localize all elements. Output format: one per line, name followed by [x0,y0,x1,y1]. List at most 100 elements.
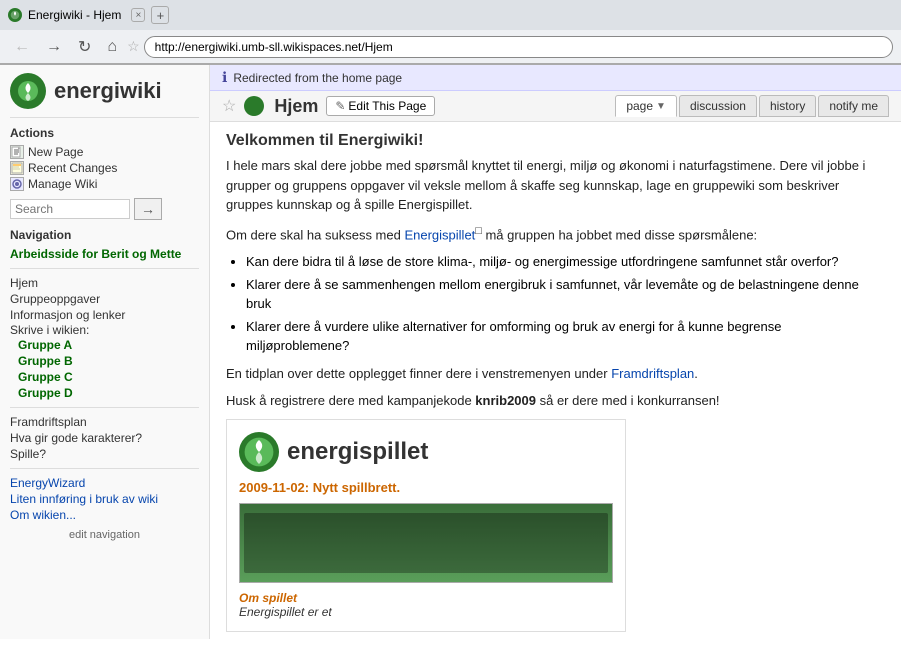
nav-link-framdriftsplan[interactable]: Framdriftsplan [10,414,199,430]
content-image-block: energispillet 2009-11-02: Nytt spillbret… [226,419,626,632]
tab-discussion[interactable]: discussion [679,95,757,117]
tab-close-btn[interactable]: × [131,8,145,22]
tab-discussion-label: discussion [690,99,746,113]
new-page-action[interactable]: New Page [10,144,199,160]
image-footer-title: Om spillet [239,591,297,605]
refresh-btn[interactable]: ↻ [72,35,97,59]
image-footer: Om spillet Energispillet er et [235,587,617,623]
sidebar-logo: energiwiki [10,73,199,118]
navigation-title: Navigation [10,228,199,242]
nav-link-gruppe-a[interactable]: Gruppe A [18,337,199,353]
image-header: energispillet [235,428,617,476]
list-item-2: Klarer dere å se sammenhengen mellom ene… [246,275,885,314]
content-list: Kan dere bidra til å løse de store klima… [246,252,885,356]
favicon [8,8,22,22]
nav-bar: ← → ↻ ⌂ ☆ [0,30,901,64]
tab-history-label: history [770,99,805,113]
nav-link-om-wikien[interactable]: Om wikien... [10,507,199,523]
content-paragraph2: Om dere skal ha suksess med Energispille… [226,223,885,245]
tab-title: Energiwiki - Hjem [28,8,121,22]
list-item-1: Kan dere bidra til å løse de store klima… [246,252,885,272]
browser-chrome: Energiwiki - Hjem × + ← → ↻ ⌂ ☆ [0,0,901,65]
main-content: ℹ Redirected from the home page ☆ Hjem ✎… [210,65,901,639]
tab-page-label: page [626,99,653,113]
campaign-code: knrib2009 [475,393,536,408]
content-body: Velkommen til Energiwiki! I hele mars sk… [210,122,901,639]
nav-link-gruppe-d[interactable]: Gruppe D [18,385,199,401]
tab-notify-me-label: notify me [829,99,878,113]
paragraph2-prefix: Om dere skal ha suksess med [226,227,404,242]
search-box: → [10,198,199,220]
nav-link-spille[interactable]: Spille? [10,446,199,462]
nav-link-karakterer[interactable]: Hva gir gode karakterer? [10,430,199,446]
home-btn[interactable]: ⌂ [101,36,123,58]
edit-nav-wrapper: edit navigation [10,527,199,543]
nav-link-energywizard[interactable]: EnergyWizard [10,475,199,491]
manage-wiki-action[interactable]: Manage Wiki [10,176,199,192]
actions-title: Actions [10,126,199,140]
nav-link-innforing[interactable]: Liten innføring i bruk av wiki [10,491,199,507]
page-star-btn[interactable]: ☆ [222,96,236,116]
bookmark-star-btn[interactable]: ☆ [127,38,140,55]
forward-btn[interactable]: → [40,36,68,58]
paragraph2-suffix: må gruppen ha jobbet med disse spørsmåle… [482,227,757,242]
new-tab-btn[interactable]: + [151,6,169,24]
nav-link-hjem[interactable]: Hjem [10,275,199,291]
paragraph3-suffix: . [694,366,698,381]
framdriftsplan-link[interactable]: Framdriftsplan [611,366,694,381]
content-paragraph3: En tidplan over dette opplegget finner d… [226,364,885,384]
edit-page-btn[interactable]: ✎ Edit This Page [326,96,435,116]
tab-history[interactable]: history [759,95,816,117]
image-inner: energispillet 2009-11-02: Nytt spillbret… [227,420,625,631]
skrive-label: Skrive i wikien: [10,322,89,338]
sidebar-divider-3 [10,468,199,469]
search-btn[interactable]: → [134,198,162,220]
tab-notify-me[interactable]: notify me [818,95,889,117]
sidebar-divider-1 [10,268,199,269]
content-heading: Velkommen til Energiwiki! [226,132,885,150]
title-bar: Energiwiki - Hjem × + [0,0,901,30]
energispillet-logo-icon [239,432,279,472]
energispillet-link[interactable]: Energispillet [404,227,475,242]
recent-changes-label: Recent Changes [28,161,117,175]
recent-changes-action[interactable]: Recent Changes [10,160,199,176]
new-page-label: New Page [28,145,83,159]
new-page-icon [10,145,24,159]
nav-link-gruppe-c[interactable]: Gruppe C [18,369,199,385]
gruppe-links: Gruppe A Gruppe B Gruppe C Gruppe D [10,337,199,401]
paragraph3-prefix: En tidplan over dette opplegget finner d… [226,366,611,381]
address-bar[interactable] [144,36,893,58]
redirect-text: Redirected from the home page [233,71,402,85]
nav-link-gruppeoppgaver[interactable]: Gruppeoppgaver [10,291,199,307]
red-text-suffix: så er dere med i konkurransen! [536,393,720,408]
nav-link-gruppe-b[interactable]: Gruppe B [18,353,199,369]
red-text-paragraph: Husk å registrere dere med kampanjekode … [226,391,885,411]
energispillet-title: energispillet [287,438,428,466]
tabs-bar: page ▼ discussion history notify me [615,95,889,117]
edit-pencil-icon: ✎ [335,99,345,113]
manage-wiki-label: Manage Wiki [28,177,97,191]
page-header: ☆ Hjem ✎ Edit This Page page ▼ discussio… [210,91,901,122]
image-footer-text: Energispillet er et [239,605,332,619]
list-item-3: Klarer dere å vurdere ulike alternativer… [246,317,885,356]
logo-text: energiwiki [54,78,162,104]
tab-page[interactable]: page ▼ [615,95,677,117]
search-input[interactable] [10,199,130,219]
redirect-bar: ℹ Redirected from the home page [210,65,901,91]
screenshot-placeholder [244,513,608,573]
logo-icon [10,73,46,109]
page-title: Hjem [274,96,318,117]
red-text-prefix: Husk å registrere dere med kampanjekode [226,393,475,408]
nav-link-arbeidsside[interactable]: Arbeidsside for Berit og Mette [10,246,199,262]
recent-changes-icon [10,161,24,175]
tab-page-dropdown: ▼ [656,101,666,112]
content-paragraph1: I hele mars skal dere jobbe med spørsmål… [226,156,885,215]
image-screenshot [239,503,613,583]
redirect-icon: ℹ [222,69,227,86]
sidebar: energiwiki Actions New Page Recent Chang… [0,65,210,639]
back-btn[interactable]: ← [8,36,36,58]
edit-btn-label: Edit This Page [348,99,426,113]
edit-nav-link[interactable]: edit navigation [10,527,199,543]
page-title-icon [244,96,264,116]
nav-link-informasjon[interactable]: Informasjon og lenker [10,307,199,323]
